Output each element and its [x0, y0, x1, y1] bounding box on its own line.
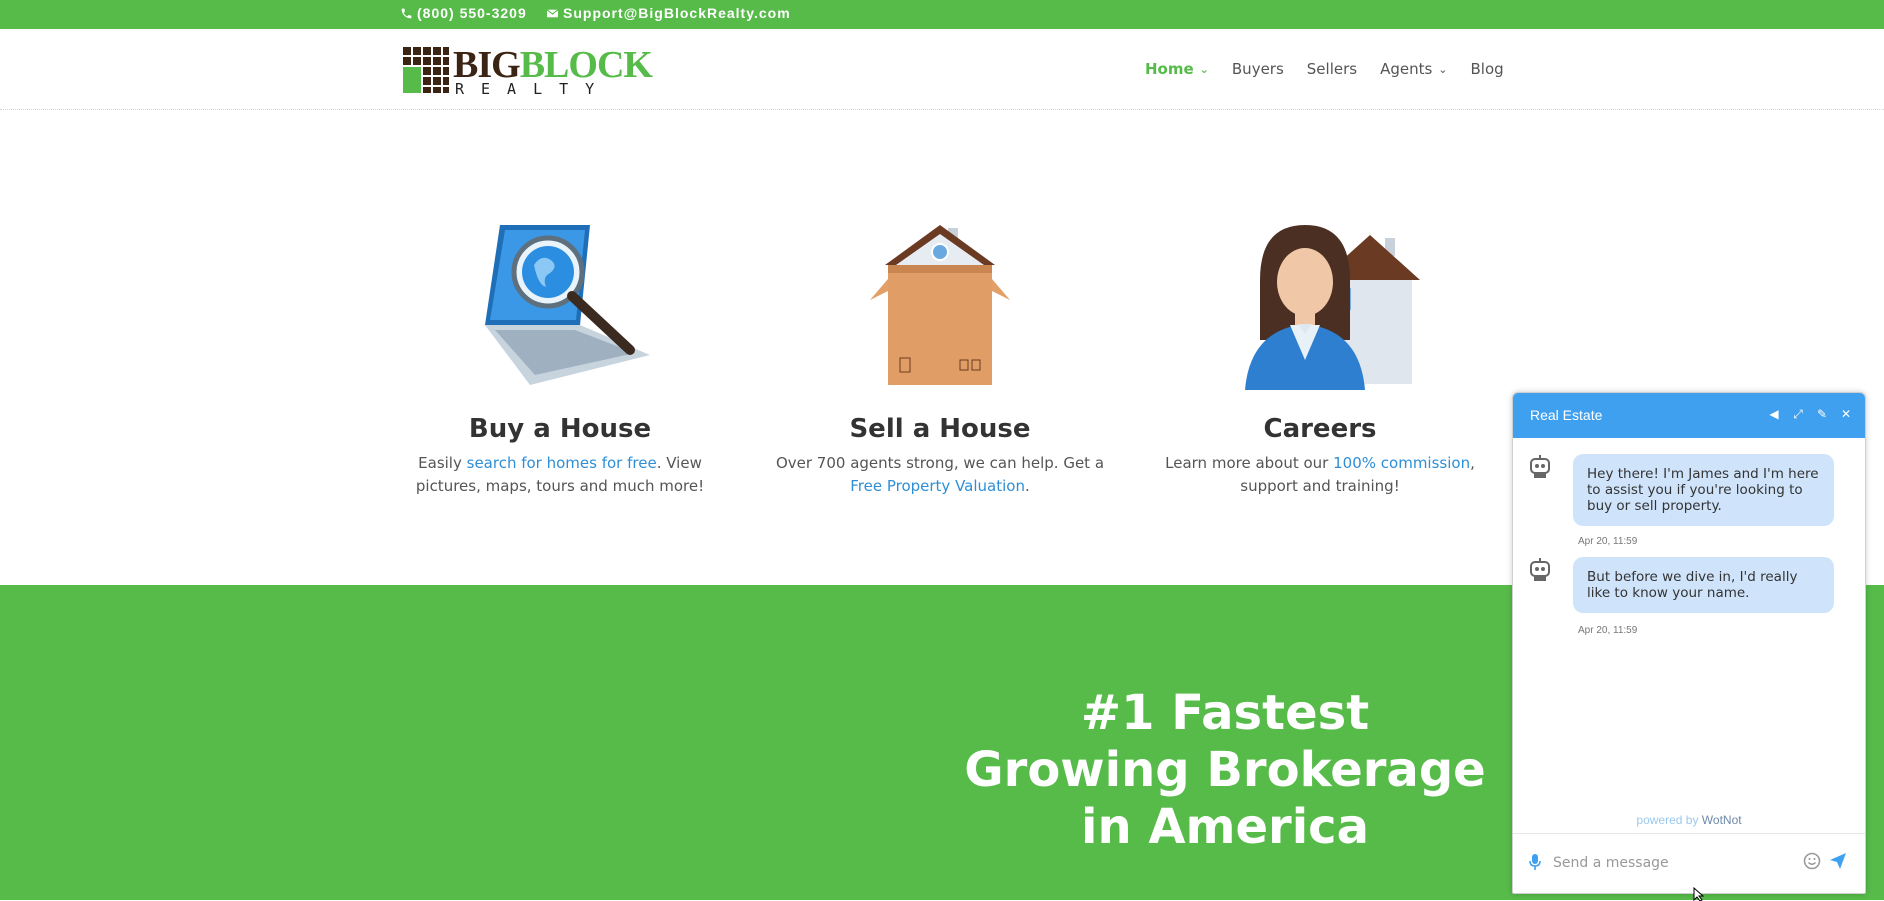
- chat-header: Real Estate ◀ ⤢ ✎ ✕: [1513, 393, 1865, 438]
- property-valuation-link[interactable]: Free Property Valuation: [850, 477, 1025, 495]
- close-icon[interactable]: ✕: [1839, 407, 1853, 421]
- search-homes-link[interactable]: search for homes for free: [467, 454, 657, 472]
- laptop-search-icon: [450, 210, 670, 390]
- feature-careers-text-pre: Learn more about our: [1165, 454, 1334, 472]
- feature-sell-text-post: .: [1024, 477, 1030, 495]
- feature-careers-text: Learn more about our 100% commission, su…: [1150, 452, 1490, 498]
- chat-bubble: Hey there! I'm James and I'm here to ass…: [1573, 454, 1834, 526]
- powered-by-brand[interactable]: WotNot: [1702, 813, 1742, 827]
- feature-buy-text: Easily search for homes for free. View p…: [390, 452, 730, 498]
- feature-buy: Buy a House Easily search for homes for …: [390, 210, 730, 498]
- phone-contact[interactable]: (800) 550-3209: [400, 5, 527, 21]
- bigblock-logo[interactable]: BIGBLOCK REALTY: [403, 44, 653, 98]
- feature-careers-title: Careers: [1263, 414, 1377, 444]
- emoji-icon[interactable]: [1803, 852, 1821, 870]
- feature-sell-title: Sell a House: [849, 414, 1031, 444]
- logo-word-realty: REALTY: [455, 80, 612, 98]
- chat-title: Real Estate: [1530, 407, 1603, 423]
- powered-by[interactable]: powered by WotNot: [1513, 813, 1865, 827]
- band-headline: #1 Fastest Growing Brokerage in America: [964, 685, 1486, 855]
- nav-sellers-label[interactable]: Sellers: [1307, 60, 1357, 78]
- chevron-down-icon: ⌄: [1438, 62, 1448, 76]
- email-contact[interactable]: Support@BigBlockRealty.com: [546, 5, 791, 21]
- nav-item-agents[interactable]: Agents ⌄: [1380, 60, 1447, 78]
- feature-buy-title: Buy a House: [468, 414, 652, 444]
- top-contact-bar: (800) 550-3209 Support@BigBlockRealty.co…: [0, 0, 1884, 29]
- nav-blog-label[interactable]: Blog: [1471, 60, 1504, 78]
- email-address[interactable]: Support@BigBlockRealty.com: [563, 5, 791, 21]
- site-header: BIGBLOCK REALTY Home ⌄ Buyers Sellers Ag…: [0, 29, 1884, 110]
- send-icon[interactable]: [1829, 852, 1847, 870]
- chat-header-actions: ◀ ⤢ ✎ ✕: [1767, 407, 1853, 422]
- phone-number[interactable]: (800) 550-3209: [417, 5, 527, 21]
- powered-by-prefix: powered by: [1636, 813, 1702, 827]
- feature-sell-text: Over 700 agents strong, we can help. Get…: [770, 452, 1110, 498]
- feature-careers: Careers Learn more about our 100% commis…: [1150, 210, 1490, 498]
- expand-icon[interactable]: ⤢: [1791, 407, 1805, 421]
- nav-item-buyers[interactable]: Buyers: [1232, 60, 1284, 78]
- chat-message-input[interactable]: [1551, 850, 1785, 876]
- microphone-icon[interactable]: [1528, 853, 1542, 871]
- nav-agents-label[interactable]: Agents: [1380, 60, 1432, 78]
- feature-buy-text-pre: Easily: [418, 454, 467, 472]
- chat-input-bar: [1513, 833, 1865, 893]
- nav-item-home[interactable]: Home ⌄: [1145, 60, 1209, 78]
- logo-grid-icon: [403, 47, 449, 93]
- edit-icon[interactable]: ✎: [1815, 407, 1829, 421]
- feature-sell-text-pre: Over 700 agents strong, we can help. Get…: [775, 454, 1105, 472]
- house-in-box-icon: [830, 210, 1050, 390]
- bot-avatar-icon: [1530, 558, 1550, 581]
- main-nav: Home ⌄ Buyers Sellers Agents ⌄ Blog: [1145, 60, 1527, 78]
- agent-woman-icon: [1210, 210, 1430, 390]
- commission-link[interactable]: 100% commission: [1333, 454, 1470, 472]
- phone-icon: [401, 8, 412, 18]
- mouse-cursor-icon: [1693, 887, 1705, 901]
- bot-avatar-icon: [1530, 455, 1550, 478]
- speaker-icon[interactable]: ◀: [1767, 407, 1781, 421]
- chat-timestamp: Apr 20, 11:59: [1578, 536, 1638, 547]
- chat-timestamp: Apr 20, 11:59: [1578, 625, 1638, 636]
- feature-sell: Sell a House Over 700 agents strong, we …: [770, 210, 1110, 498]
- mail-icon: [546, 8, 559, 17]
- chat-bubble: But before we dive in, I'd really like t…: [1573, 557, 1834, 613]
- nav-item-blog[interactable]: Blog: [1471, 60, 1504, 78]
- nav-home-label[interactable]: Home: [1145, 60, 1194, 78]
- chat-widget[interactable]: Real Estate ◀ ⤢ ✎ ✕ Hey there! I'm James…: [1512, 392, 1866, 894]
- nav-buyers-label[interactable]: Buyers: [1232, 60, 1284, 78]
- chevron-down-icon: ⌄: [1199, 62, 1209, 76]
- nav-item-sellers[interactable]: Sellers: [1307, 60, 1357, 78]
